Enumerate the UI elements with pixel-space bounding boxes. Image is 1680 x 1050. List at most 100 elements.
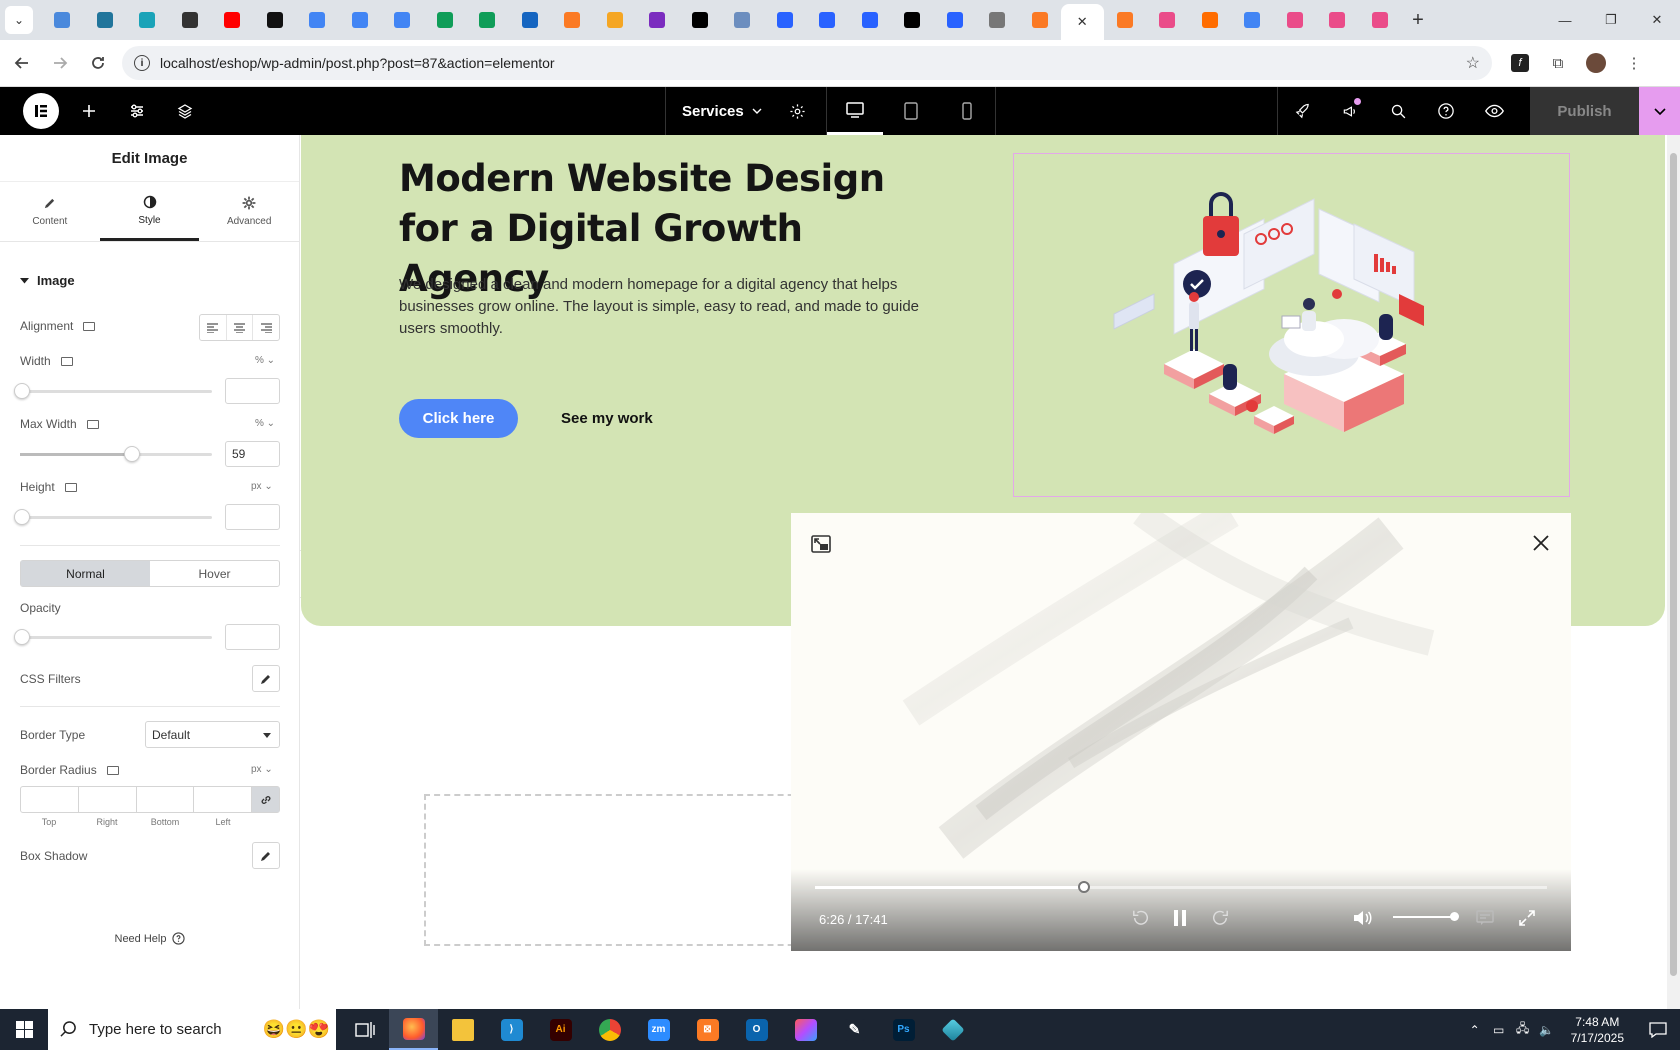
xampp-icon[interactable]: ⊠ xyxy=(683,1009,732,1050)
browser-tab[interactable] xyxy=(1019,0,1062,40)
browser-tab[interactable] xyxy=(679,0,722,40)
browser-tab[interactable] xyxy=(169,0,212,40)
browser-tab[interactable] xyxy=(594,0,637,40)
browser-tab[interactable] xyxy=(1316,0,1359,40)
add-element-icon[interactable] xyxy=(65,87,113,135)
new-tab-button[interactable]: + xyxy=(1403,5,1433,35)
browser-tab[interactable] xyxy=(721,0,764,40)
reload-button[interactable] xyxy=(82,47,114,79)
browser-tab[interactable] xyxy=(764,0,807,40)
close-window-button[interactable]: ✕ xyxy=(1634,0,1680,40)
browser-tab[interactable] xyxy=(424,0,467,40)
browser-tab[interactable] xyxy=(1359,0,1402,40)
box-shadow-edit-button[interactable] xyxy=(252,842,280,869)
firefox-icon[interactable] xyxy=(389,1009,438,1050)
browser-menu-icon[interactable]: ⋮ xyxy=(1620,49,1648,77)
windows-start-button[interactable] xyxy=(0,1009,48,1050)
vscode-icon[interactable]: ⟩ xyxy=(487,1009,536,1050)
max-width-unit-select[interactable]: % ⌄ xyxy=(255,418,275,429)
desktop-responsive-icon[interactable] xyxy=(64,482,77,492)
fullscreen-button[interactable] xyxy=(1515,906,1539,930)
browser-tab[interactable] xyxy=(934,0,977,40)
browser-tab[interactable] xyxy=(126,0,169,40)
max-width-input[interactable]: 59 xyxy=(225,441,280,467)
file-explorer-icon[interactable] xyxy=(438,1009,487,1050)
mute-button[interactable] xyxy=(1351,906,1375,930)
width-slider[interactable] xyxy=(14,383,212,399)
opacity-input[interactable] xyxy=(225,624,280,650)
elementor-logo-icon[interactable] xyxy=(23,93,59,129)
tab-search-button[interactable]: ⌄ xyxy=(5,6,33,34)
task-view-icon[interactable] xyxy=(340,1009,389,1050)
back-to-tab-button[interactable] xyxy=(811,535,831,553)
taskbar-clock[interactable]: 7:48 AM 7/17/2025 xyxy=(1559,1014,1636,1046)
browser-tab[interactable] xyxy=(636,0,679,40)
browser-tab[interactable] xyxy=(1231,0,1274,40)
width-unit-select[interactable]: % ⌄ xyxy=(255,355,275,366)
max-width-slider[interactable] xyxy=(20,446,212,462)
search-icon[interactable] xyxy=(1374,87,1422,135)
extension-icon[interactable]: f xyxy=(1506,49,1534,77)
chrome-icon[interactable] xyxy=(585,1009,634,1050)
border-type-select[interactable]: Default xyxy=(145,721,280,748)
radius-bottom-input[interactable] xyxy=(135,787,194,812)
browser-tab[interactable] xyxy=(891,0,934,40)
publish-options-button[interactable] xyxy=(1639,87,1680,135)
tab-style[interactable]: Style xyxy=(99,182,200,241)
browser-tab[interactable]: ✕ xyxy=(1061,4,1104,40)
opacity-slider[interactable] xyxy=(14,629,212,645)
align-left-button[interactable] xyxy=(200,315,226,340)
slider-handle[interactable] xyxy=(124,446,140,462)
tab-content[interactable]: Content xyxy=(0,182,100,241)
browser-tab[interactable] xyxy=(41,0,84,40)
browser-tab[interactable] xyxy=(84,0,127,40)
address-bar[interactable]: i localhost/eshop/wp-admin/post.php?post… xyxy=(122,46,1492,80)
width-input[interactable] xyxy=(225,378,280,404)
normal-state-button[interactable]: Normal xyxy=(21,561,150,586)
click-here-button[interactable]: Click here xyxy=(399,399,518,438)
notification-center-icon[interactable] xyxy=(1636,1021,1680,1038)
minimize-button[interactable]: — xyxy=(1542,0,1588,40)
radius-top-input[interactable] xyxy=(21,787,78,812)
zoom-icon[interactable]: zm xyxy=(634,1009,683,1050)
browser-tab[interactable] xyxy=(849,0,892,40)
browser-tab[interactable] xyxy=(509,0,552,40)
link-values-button[interactable] xyxy=(251,787,279,812)
forward-button[interactable] xyxy=(44,47,76,79)
picture-in-picture-video[interactable]: 6:26 / 17:41 xyxy=(791,513,1571,951)
slider-handle[interactable] xyxy=(14,509,30,525)
forward-10-button[interactable] xyxy=(1208,906,1232,930)
empty-drop-zone[interactable] xyxy=(424,794,824,946)
app-diamond-icon[interactable] xyxy=(928,1009,977,1050)
browser-tab[interactable] xyxy=(211,0,254,40)
help-icon[interactable] xyxy=(1422,87,1470,135)
height-input[interactable] xyxy=(225,504,280,530)
browser-tab[interactable] xyxy=(976,0,1019,40)
browser-tab[interactable] xyxy=(1274,0,1317,40)
taskbar-search[interactable]: Type here to search 😆😐😍 xyxy=(48,1009,336,1050)
pen-tool-icon[interactable]: ✎ xyxy=(830,1009,879,1050)
browser-tab[interactable] xyxy=(296,0,339,40)
close-pip-button[interactable] xyxy=(1531,533,1551,553)
desktop-responsive-icon[interactable] xyxy=(83,321,96,331)
creative-cloud-icon[interactable] xyxy=(781,1009,830,1050)
page-selector[interactable]: Services xyxy=(666,87,778,135)
extensions-puzzle-icon[interactable]: ⧉ xyxy=(1544,49,1572,77)
canvas-scrollbar[interactable] xyxy=(1667,135,1680,1009)
css-filters-edit-button[interactable] xyxy=(252,665,280,692)
illustrator-icon[interactable]: Ai xyxy=(536,1009,585,1050)
browser-tab[interactable] xyxy=(1104,0,1147,40)
show-hidden-icons-chevron-icon[interactable]: ⌃ xyxy=(1463,1023,1487,1037)
navigator-layers-icon[interactable] xyxy=(161,87,209,135)
rewind-10-button[interactable] xyxy=(1129,906,1153,930)
photoshop-icon[interactable]: Ps xyxy=(879,1009,928,1050)
radius-right-input[interactable] xyxy=(77,787,136,812)
desktop-responsive-icon[interactable] xyxy=(86,419,99,429)
volume-handle[interactable] xyxy=(1450,912,1459,921)
bookmark-star-icon[interactable]: ☆ xyxy=(1466,53,1480,73)
section-image-toggle[interactable]: Image xyxy=(0,242,299,302)
need-help-link[interactable]: Need Help xyxy=(0,932,300,945)
notifications-megaphone-icon[interactable] xyxy=(1326,87,1374,135)
mobile-view-icon[interactable] xyxy=(939,87,995,135)
slider-handle[interactable] xyxy=(14,383,30,399)
